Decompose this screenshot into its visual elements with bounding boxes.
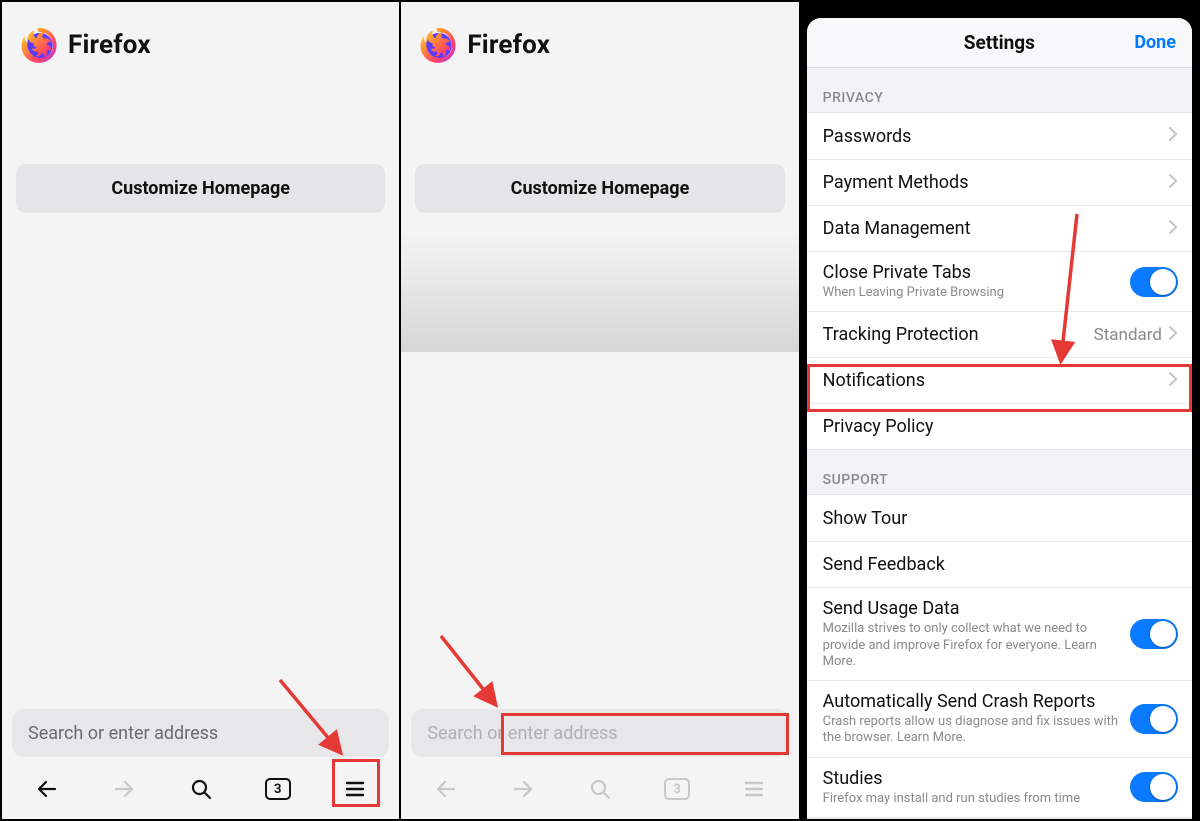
url-bar: Search or enter address (411, 709, 788, 757)
back-button (424, 767, 468, 811)
search-button[interactable] (179, 767, 223, 811)
search-icon (189, 777, 213, 801)
tabs-button[interactable]: 3 (256, 767, 300, 811)
hamburger-menu-button[interactable] (333, 767, 377, 811)
done-button[interactable]: Done (1134, 18, 1176, 67)
section-header-support: Support (807, 450, 1192, 494)
cell-privacy-policy[interactable]: Privacy Policy (807, 403, 1192, 449)
customize-homepage-button[interactable]: Customize Homepage (16, 164, 385, 213)
firefox-label: Firefox (68, 30, 151, 60)
search-icon (588, 777, 612, 801)
annotation-arrow-icon (435, 630, 507, 714)
tab-count-badge: 3 (265, 778, 291, 800)
cell-passwords[interactable]: Passwords (807, 113, 1192, 159)
firefox-icon (419, 26, 457, 64)
forward-arrow-icon (112, 777, 136, 801)
search-button (578, 767, 622, 811)
tabs-button: 3 (655, 767, 699, 811)
bottom-toolbar: 3 (2, 763, 399, 819)
section-header-privacy: Privacy (807, 68, 1192, 112)
hamburger-menu-icon (742, 777, 766, 801)
privacy-list: Passwords Payment Methods Data Managemen… (807, 112, 1192, 450)
toggle-close-private[interactable] (1130, 267, 1178, 297)
cell-notifications[interactable]: Notifications (807, 357, 1192, 403)
tracking-value: Standard (1094, 325, 1162, 345)
cell-studies[interactable]: StudiesFirefox may install and run studi… (807, 757, 1192, 817)
cell-crash-reports[interactable]: Automatically Send Crash ReportsCrash re… (807, 680, 1192, 757)
forward-button (102, 767, 146, 811)
cell-tracking-protection[interactable]: Tracking ProtectionStandard (807, 311, 1192, 357)
settings-sheet: Settings Done Privacy Passwords Payment … (807, 18, 1192, 819)
back-button[interactable] (25, 767, 69, 811)
support-list: Show Tour Send Feedback Send Usage DataM… (807, 494, 1192, 818)
screenshot-step-1: Firefox Customize Homepage Search or ent… (0, 0, 401, 821)
forward-arrow-icon (511, 777, 535, 801)
screenshot-step-2: Firefox Customize Homepage Search or ent… (401, 0, 800, 821)
forward-button (501, 767, 545, 811)
back-arrow-icon (35, 777, 59, 801)
cell-send-feedback[interactable]: Send Feedback (807, 541, 1192, 587)
cell-data-management[interactable]: Data Management (807, 205, 1192, 251)
settings-title: Settings (964, 31, 1035, 54)
chevron-right-icon (1168, 371, 1178, 391)
cell-payment-methods[interactable]: Payment Methods (807, 159, 1192, 205)
firefox-label: Firefox (467, 30, 550, 60)
cell-send-usage-data[interactable]: Send Usage DataMozilla strives to only c… (807, 587, 1192, 680)
settings-header: Settings Done (807, 18, 1192, 68)
firefox-brand: Firefox (2, 2, 399, 74)
customize-homepage-button[interactable]: Customize Homepage (415, 164, 784, 213)
toggle-crash-reports[interactable] (1130, 704, 1178, 734)
bottom-toolbar: 3 (401, 763, 798, 819)
hamburger-menu-button (732, 767, 776, 811)
chevron-right-icon (1168, 126, 1178, 146)
firefox-brand: Firefox (401, 2, 798, 74)
url-bar[interactable]: Search or enter address (12, 709, 389, 757)
toggle-usage-data[interactable] (1130, 619, 1178, 649)
cell-close-private-tabs[interactable]: Close Private TabsWhen Leaving Private B… (807, 251, 1192, 311)
screenshot-step-3: Settings Done Privacy Passwords Payment … (801, 0, 1200, 821)
chevron-right-icon (1168, 325, 1178, 345)
tab-count-badge: 3 (664, 778, 690, 800)
toggle-studies[interactable] (1130, 772, 1178, 802)
chevron-right-icon (1168, 173, 1178, 193)
firefox-icon (20, 26, 58, 64)
url-placeholder: Search or enter address (427, 723, 617, 744)
chevron-right-icon (1168, 219, 1178, 239)
back-arrow-icon (434, 777, 458, 801)
hamburger-menu-icon (343, 777, 367, 801)
url-placeholder: Search or enter address (28, 723, 218, 744)
cell-show-tour[interactable]: Show Tour (807, 495, 1192, 541)
